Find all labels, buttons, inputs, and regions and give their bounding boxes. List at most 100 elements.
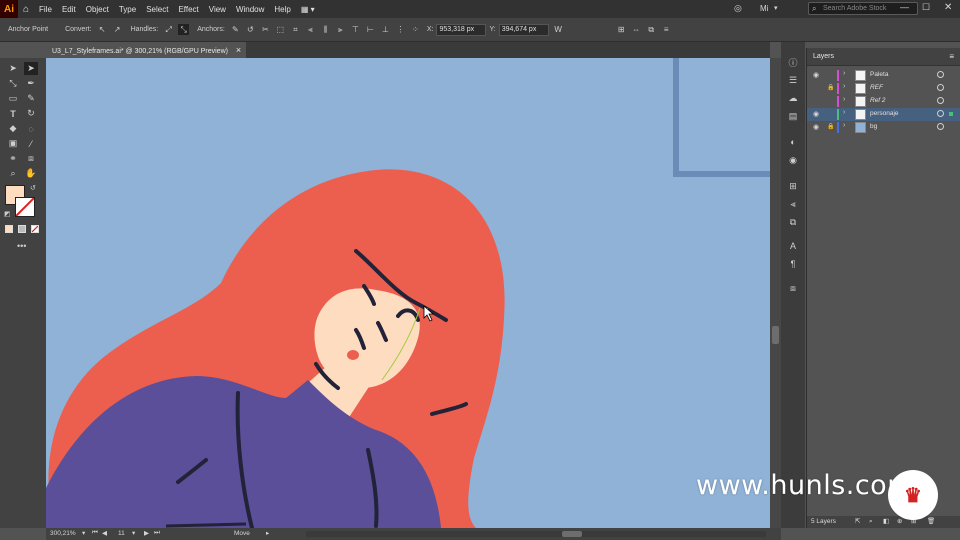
align-middle-icon[interactable]: ⊢: [365, 24, 376, 35]
expand-chevron-icon[interactable]: ›: [843, 109, 845, 116]
next-artboard-icon[interactable]: ▶: [144, 529, 149, 537]
width-icon[interactable]: W: [553, 24, 564, 35]
workspace-switcher-icon[interactable]: ▦ ▾: [296, 5, 320, 14]
gradient-mode-icon[interactable]: [18, 225, 26, 233]
rectangle-tool-icon[interactable]: ▭: [6, 92, 20, 105]
chevron-down-icon[interactable]: ▾: [774, 4, 778, 12]
layer-name[interactable]: REF: [870, 84, 883, 91]
flip-icon[interactable]: ⇔: [631, 24, 642, 35]
libraries-panel-icon[interactable]: ☰: [787, 74, 799, 86]
connect-anchor-icon[interactable]: ↺: [245, 24, 256, 35]
layer-name[interactable]: personaje: [870, 110, 899, 117]
layer-name[interactable]: Ref 2: [870, 97, 886, 104]
align-top-icon[interactable]: ⊤: [350, 24, 361, 35]
align-right-icon[interactable]: ⫸: [335, 24, 346, 35]
menu-type[interactable]: Type: [114, 5, 141, 14]
visibility-eye-icon[interactable]: ◉: [813, 123, 821, 131]
layers-panel-title[interactable]: Layers: [813, 53, 834, 60]
character-panel-icon[interactable]: A: [787, 240, 799, 252]
stroke-panel-icon[interactable]: ◉: [787, 154, 799, 166]
home-icon[interactable]: ⌂: [18, 4, 34, 15]
properties-panel-icon[interactable]: ⓘ: [787, 56, 799, 68]
horizontal-scrollbar[interactable]: [306, 531, 766, 537]
layer-name[interactable]: bg: [870, 123, 877, 130]
artboard-dropdown-icon[interactable]: ▾: [132, 529, 135, 537]
align-panel-icon[interactable]: ⫷: [787, 198, 799, 210]
panel-menu-icon[interactable]: ≡: [661, 24, 672, 35]
vertical-scroll-thumb[interactable]: [772, 326, 779, 344]
brush-tool-icon[interactable]: ✎: [24, 92, 38, 105]
color-panel-icon[interactable]: ◐: [787, 136, 799, 148]
menu-edit[interactable]: Edit: [57, 5, 81, 14]
paragraph-panel-icon[interactable]: ¶: [787, 258, 799, 270]
transform-icon[interactable]: ⊞: [616, 24, 627, 35]
align-bottom-icon[interactable]: ⊥: [380, 24, 391, 35]
layer-target-icon[interactable]: [937, 97, 944, 104]
type-tool-icon[interactable]: T: [6, 107, 20, 120]
visibility-eye-icon[interactable]: ◉: [813, 71, 821, 79]
zoom-level-input[interactable]: 300,21%: [50, 530, 76, 537]
distribute-icon[interactable]: ⋮: [395, 24, 406, 35]
y-position-input[interactable]: 394,674 px: [498, 23, 549, 36]
layer-row-personaje[interactable]: ◉ › personaje: [807, 108, 960, 121]
gradient-tool-icon[interactable]: ▣: [6, 137, 20, 150]
menu-file[interactable]: File: [34, 5, 57, 14]
layer-row-paleta[interactable]: ◉ › Paleta: [807, 69, 960, 82]
transform-panel-icon[interactable]: ⊞: [787, 180, 799, 192]
hand-tool-icon[interactable]: ✋: [24, 167, 38, 180]
none-mode-icon[interactable]: [31, 225, 39, 233]
direct-selection-tool-icon[interactable]: ➤: [24, 62, 38, 75]
zoom-tool-icon[interactable]: ⌕: [6, 167, 20, 180]
new-sublayer-icon[interactable]: ⊕: [897, 516, 902, 528]
expand-chevron-icon[interactable]: ›: [843, 70, 845, 77]
artboard-number-input[interactable]: 11: [118, 530, 125, 537]
pen-tool-icon[interactable]: ✒: [24, 77, 38, 90]
lock-icon[interactable]: 🔒: [827, 84, 834, 91]
previous-artboard-icon[interactable]: ◀: [102, 529, 107, 537]
clipping-mask-icon[interactable]: ◧: [883, 516, 889, 528]
close-icon[interactable]: ✕: [944, 2, 952, 13]
workspace-label[interactable]: Mi: [760, 4, 768, 13]
delete-layer-icon[interactable]: 🗑: [927, 516, 935, 528]
convert-smooth-icon[interactable]: ↗: [112, 24, 123, 35]
lasso-tool-icon[interactable]: ◌: [24, 122, 38, 135]
first-artboard-icon[interactable]: ⏮: [92, 529, 98, 537]
align-center-icon[interactable]: ⫼: [320, 24, 331, 35]
document-tab[interactable]: U3_L7_Styleframes.ai* @ 300,21% (RGB/GPU…: [46, 42, 246, 58]
reference-point-icon[interactable]: ⁘: [410, 24, 421, 35]
layer-target-icon[interactable]: [937, 71, 944, 78]
color-mode-icon[interactable]: [5, 225, 13, 233]
more-tools-icon[interactable]: •••: [17, 241, 26, 251]
menu-object[interactable]: Object: [81, 5, 114, 14]
stroke-swatch[interactable]: [15, 197, 35, 217]
expand-chevron-icon[interactable]: ›: [843, 122, 845, 129]
layers-panel-icon[interactable]: ⧈: [787, 282, 799, 294]
close-tab-icon[interactable]: ×: [236, 45, 241, 55]
x-position-input[interactable]: 953,318 px: [436, 23, 487, 36]
swap-colors-icon[interactable]: ↺: [30, 184, 36, 192]
zoom-dropdown-icon[interactable]: ▾: [82, 529, 85, 537]
panel-menu-icon[interactable]: ≡: [949, 48, 954, 66]
export-icon[interactable]: ⇱: [855, 516, 860, 528]
expand-chevron-icon[interactable]: ›: [843, 83, 845, 90]
layer-row-ref[interactable]: 🔒 › REF: [807, 82, 960, 95]
cut-path-icon[interactable]: ✂: [260, 24, 271, 35]
hide-handles-icon[interactable]: ⤡: [178, 24, 190, 35]
horizontal-scroll-thumb[interactable]: [562, 531, 582, 537]
layer-name[interactable]: Paleta: [870, 71, 888, 78]
eraser-tool-icon[interactable]: ◆: [6, 122, 20, 135]
last-artboard-icon[interactable]: ⏭: [154, 529, 160, 537]
pathfinder-panel-icon[interactable]: ⧉: [787, 216, 799, 228]
selection-tool-icon[interactable]: ➤: [6, 62, 20, 75]
menu-effect[interactable]: Effect: [173, 5, 203, 14]
lightbulb-icon[interactable]: ◎: [734, 3, 742, 14]
status-menu-icon[interactable]: ▸: [266, 529, 269, 537]
layer-row-ref2[interactable]: › Ref 2: [807, 95, 960, 108]
layer-target-icon[interactable]: [937, 110, 944, 117]
cc-libraries-icon[interactable]: ☁: [787, 92, 799, 104]
maximize-icon[interactable]: ☐: [922, 2, 930, 13]
layer-target-icon[interactable]: [937, 123, 944, 130]
lock-icon[interactable]: 🔒: [827, 123, 834, 130]
align-to-icon[interactable]: ⌗: [290, 24, 301, 35]
minimize-icon[interactable]: —: [900, 2, 909, 12]
